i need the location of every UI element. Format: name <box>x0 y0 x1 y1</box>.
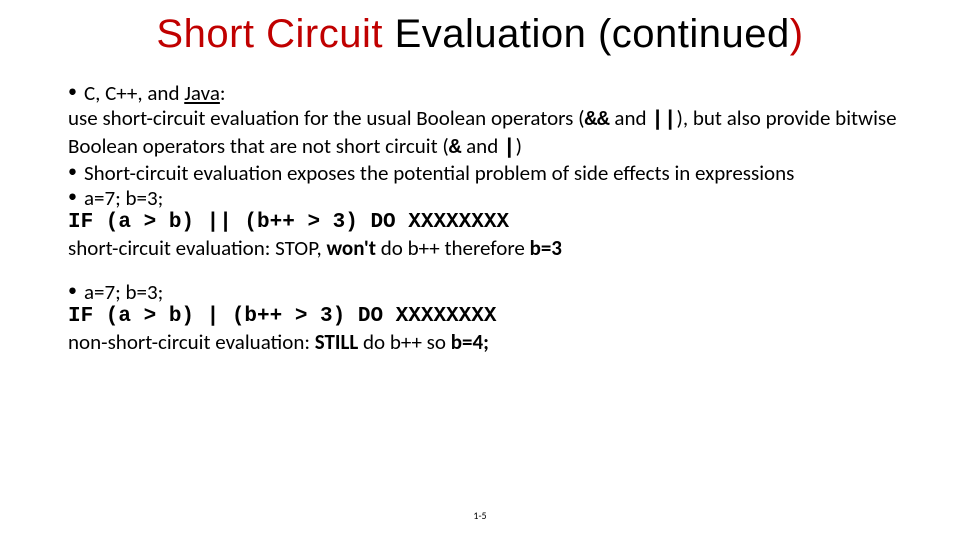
title-part-1: Short Circuit <box>156 12 383 56</box>
title-part-3: ) <box>790 12 804 56</box>
text: do b++ so <box>358 329 451 355</box>
page-number: 1-5 <box>0 509 960 522</box>
slide: Short Circuit Evaluation (continued) C, … <box>0 0 960 540</box>
text-bold: STILL <box>315 329 358 355</box>
text: ) <box>516 133 522 159</box>
text: : <box>220 80 226 106</box>
text: short-circuit evaluation: STOP, <box>68 235 326 261</box>
text: do b++ therefore <box>376 235 530 261</box>
text: and <box>610 105 652 131</box>
text: non-short-circuit evaluation: <box>68 329 315 355</box>
op-and-and: && <box>584 109 609 132</box>
text-underline: Java <box>184 80 220 106</box>
bullet-example-2: a=7; b=3; <box>68 280 900 305</box>
spacer <box>68 260 900 280</box>
op-and: & <box>449 137 462 160</box>
slide-title: Short Circuit Evaluation (continued) <box>60 12 900 57</box>
text: a=7; b=3; <box>84 279 163 305</box>
line-result-2: non-short-circuit evaluation: STILL do b… <box>68 330 900 355</box>
text-bold: won't <box>326 235 376 261</box>
bullet-languages: C, C++, and Java: <box>68 81 900 106</box>
line-result-1: short-circuit evaluation: STOP, won't do… <box>68 236 900 261</box>
op-or: | <box>503 137 516 160</box>
title-part-2: Evaluation (continued <box>383 12 790 56</box>
text: Short-circuit evaluation exposes the pot… <box>84 160 794 186</box>
line-usage: use short-circuit evaluation for the usu… <box>68 106 900 162</box>
text-bold: b=3 <box>530 235 562 261</box>
code-example-1: IF (a > b) || (b++ > 3) DO XXXXXXXX <box>68 211 900 236</box>
op-or-or: || <box>651 109 676 132</box>
bullet-example-1: a=7; b=3; <box>68 186 900 211</box>
text-bold: b=4; <box>451 329 489 355</box>
code-example-2: IF (a > b) | (b++ > 3) DO XXXXXXXX <box>68 305 900 330</box>
text: and <box>461 133 503 159</box>
text: use short-circuit evaluation for the usu… <box>68 105 584 131</box>
text: C, C++, and <box>84 80 184 106</box>
text: a=7; b=3; <box>84 185 163 211</box>
bullet-side-effects: Short-circuit evaluation exposes the pot… <box>68 161 900 186</box>
slide-body: C, C++, and Java: use short-circuit eval… <box>68 81 900 355</box>
